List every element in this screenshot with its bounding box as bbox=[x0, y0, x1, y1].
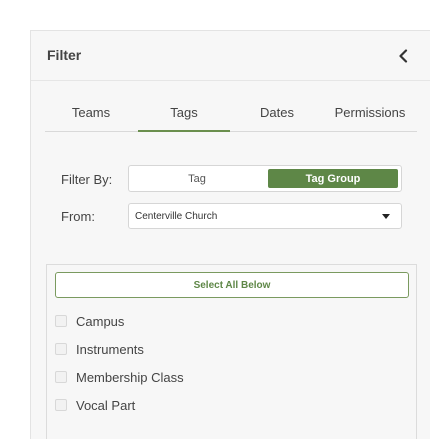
checkbox[interactable] bbox=[55, 371, 67, 383]
filter-by-toggle: Tag Tag Group bbox=[128, 165, 402, 192]
from-select-value: Centerville Church bbox=[135, 210, 218, 222]
tab-bar: Teams Tags Dates Permissions bbox=[45, 91, 417, 132]
filter-by-label: Filter By: bbox=[61, 172, 113, 187]
list-item-label: Instruments bbox=[76, 341, 144, 357]
panel-title: Filter bbox=[47, 47, 82, 63]
from-label: From: bbox=[61, 209, 95, 224]
checkbox[interactable] bbox=[55, 343, 67, 355]
tab-teams[interactable]: Teams bbox=[45, 91, 137, 132]
checkbox[interactable] bbox=[55, 315, 67, 327]
select-all-button[interactable]: Select All Below bbox=[55, 272, 409, 298]
caret-down-icon bbox=[382, 214, 390, 219]
chevron-left-icon bbox=[399, 49, 408, 63]
list-item: Membership Class bbox=[55, 368, 184, 386]
collapse-button[interactable] bbox=[393, 45, 413, 67]
list-item: Campus bbox=[55, 312, 124, 330]
list-item: Instruments bbox=[55, 340, 144, 358]
tab-dates[interactable]: Dates bbox=[231, 91, 323, 132]
list-item: Vocal Part bbox=[55, 396, 135, 414]
from-select[interactable]: Centerville Church bbox=[128, 203, 402, 229]
filter-header: Filter bbox=[31, 31, 430, 81]
filter-by-tag-group-option[interactable]: Tag Group bbox=[268, 169, 398, 188]
checkbox[interactable] bbox=[55, 399, 67, 411]
list-item-label: Membership Class bbox=[76, 369, 184, 385]
tab-permissions[interactable]: Permissions bbox=[323, 91, 417, 132]
filter-by-tag-option[interactable]: Tag bbox=[129, 166, 265, 191]
filter-panel: Filter Teams Tags Dates Permissions Filt… bbox=[30, 30, 430, 439]
tag-group-list: Select All Below Campus Instruments Memb… bbox=[46, 264, 417, 439]
tab-tags[interactable]: Tags bbox=[138, 91, 230, 132]
list-item-label: Vocal Part bbox=[76, 397, 136, 413]
list-item-label: Campus bbox=[76, 313, 125, 329]
